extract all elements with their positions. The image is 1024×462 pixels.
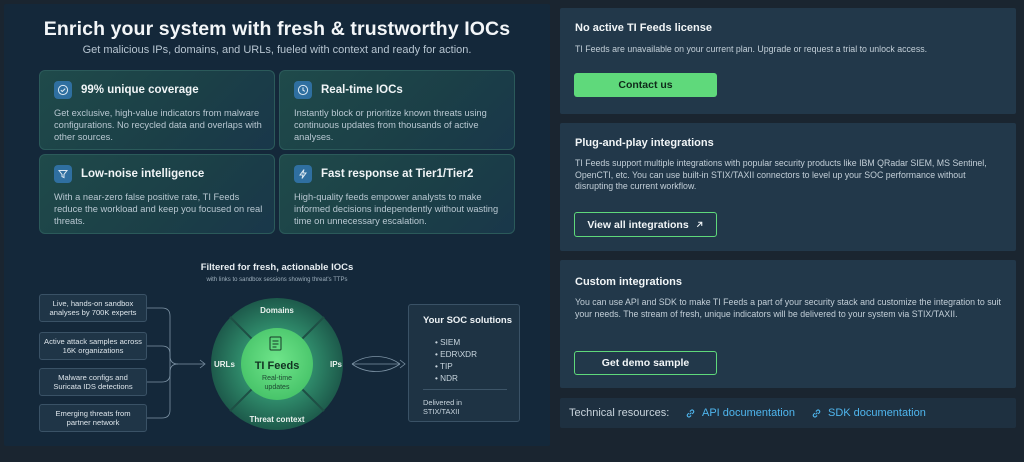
contact-us-button[interactable]: Contact us: [574, 73, 717, 97]
hero-title: Enrich your system with fresh & trustwor…: [43, 18, 511, 40]
soc-footer: Delivered in STIX/TAXII: [423, 398, 462, 416]
feature-description: With a near-zero false positive rate, TI…: [54, 192, 263, 227]
arrow-up-right-icon: [696, 221, 702, 228]
list-item: SIEM: [435, 337, 477, 349]
license-card: No active TI Feeds license TI Feeds are …: [560, 8, 1016, 114]
lightning-icon: [294, 165, 312, 183]
ring-label-urls: URLs: [214, 360, 235, 369]
custom-integrations-card: Custom integrations You can use API and …: [560, 260, 1016, 388]
api-link-label: API documentation: [702, 407, 795, 419]
license-text: TI Feeds are unavailable on your current…: [575, 44, 928, 54]
filter-icon: [54, 165, 72, 183]
source-emerging-threats: Emerging threats from partner network: [39, 404, 147, 432]
technical-resources-bar: Technical resources: API documentation S…: [560, 398, 1016, 428]
soc-footer-line1: Delivered in: [423, 398, 463, 407]
feature-description: High-quality feeds empower analysts to m…: [294, 192, 499, 227]
license-title: No active TI Feeds license: [575, 22, 712, 34]
core-title: TI Feeds: [254, 360, 300, 372]
sdk-documentation-link[interactable]: SDK documentation: [811, 407, 926, 419]
check-circle-icon: [54, 81, 72, 99]
feature-description: Get exclusive, high-value indicators fro…: [54, 108, 262, 143]
flow-title: Filtered for fresh, actionable IOCs: [200, 262, 354, 273]
promo-panel: Enrich your system with fresh & trustwor…: [4, 4, 550, 446]
hero-subtitle: Get malicious IPs, domains, and URLs, fu…: [82, 44, 472, 56]
soc-list: SIEM EDR\XDR TIP NDR: [435, 337, 477, 385]
ring-label-ips: IPs: [330, 360, 343, 369]
ring-label-threat-context: Threat context: [249, 415, 305, 424]
feature-card-fast-response: Fast response at Tier1/Tier2 High-qualit…: [279, 154, 515, 234]
list-item: EDR\XDR: [435, 349, 477, 361]
link-icon: [686, 408, 695, 418]
technical-resources-label: Technical resources:: [569, 407, 670, 419]
feature-title: Fast response at Tier1/Tier2: [321, 168, 474, 180]
button-label: View all integrations: [587, 218, 689, 231]
document-icon: [269, 336, 282, 351]
plug-and-play-card: Plug-and-play integrations TI Feeds supp…: [560, 123, 1016, 251]
divider: [423, 389, 507, 390]
link-icon: [812, 408, 821, 418]
feature-title: 99% unique coverage: [81, 84, 199, 96]
list-item: NDR: [435, 373, 477, 385]
ring-label-domains: Domains: [260, 306, 294, 315]
clock-icon: [294, 81, 312, 99]
custom-text: You can use API and SDK to make TI Feeds…: [575, 297, 1001, 319]
soc-title: Your SOC solutions: [423, 315, 513, 326]
source-sandbox: Live, hands-on sandbox analyses by 700K …: [39, 294, 147, 322]
source-connectors: [147, 307, 206, 419]
source-attack-samples: Active attack samples across 16K organiz…: [39, 332, 147, 360]
soc-solutions-box: Your SOC solutions SIEM EDR\XDR TIP NDR …: [408, 304, 520, 422]
soc-footer-line2: STIX/TAXII: [423, 407, 460, 416]
flow-subtitle: with links to sandbox sessions showing t…: [206, 277, 348, 283]
feature-title: Real-time IOCs: [321, 84, 403, 96]
core-subtitle-line2: updates: [264, 384, 290, 391]
feature-title: Low-noise intelligence: [81, 168, 205, 180]
view-all-integrations-button[interactable]: View all integrations: [574, 212, 717, 237]
get-demo-sample-button[interactable]: Get demo sample: [574, 351, 717, 375]
list-item: TIP: [435, 361, 477, 373]
plug-title: Plug-and-play integrations: [575, 137, 714, 149]
api-documentation-link[interactable]: API documentation: [685, 407, 795, 419]
source-malware-configs: Malware configs and Suricata IDS detecti…: [39, 368, 147, 396]
custom-title: Custom integrations: [575, 276, 682, 288]
core-subtitle-line1: Real-time: [262, 375, 292, 382]
sdk-link-label: SDK documentation: [828, 407, 926, 419]
feature-card-low-noise: Low-noise intelligence With a near-zero …: [39, 154, 275, 234]
feature-card-unique-coverage: 99% unique coverage Get exclusive, high-…: [39, 70, 275, 150]
feature-description: Instantly block or prioritize known thre…: [294, 108, 487, 143]
plug-text: TI Feeds support multiple integrations w…: [575, 158, 987, 192]
soc-connector: [351, 356, 406, 372]
feature-card-realtime-iocs: Real-time IOCs Instantly block or priori…: [279, 70, 515, 150]
